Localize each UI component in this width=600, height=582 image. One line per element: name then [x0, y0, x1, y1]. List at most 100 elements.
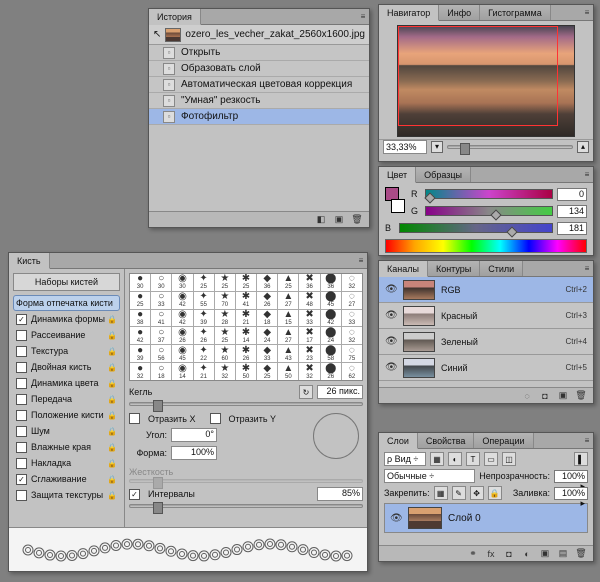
lock-all-icon[interactable]: 🔒 — [488, 486, 502, 500]
tab-color[interactable]: Цвет — [379, 167, 416, 183]
new-channel-icon[interactable]: ▣ — [557, 390, 569, 402]
brush-tip[interactable]: ✖33 — [299, 310, 319, 327]
brush-tip[interactable]: ◌32 — [342, 274, 362, 291]
brush-tip[interactable]: ▲50 — [278, 363, 298, 380]
brush-option[interactable]: Влажные края🔒 — [13, 439, 120, 455]
opacity-input[interactable]: 100% ▸ — [554, 470, 588, 483]
tab-styles[interactable]: Стили — [480, 261, 523, 276]
panel-menu-icon[interactable]: ≡ — [581, 5, 593, 20]
filter-smart-icon[interactable]: ◫ — [502, 452, 516, 466]
brush-option[interactable]: Рассеивание🔒 — [13, 327, 120, 343]
brush-tip[interactable]: ⬤45 — [321, 292, 341, 309]
filter-toggle-icon[interactable]: ▌ — [574, 452, 588, 466]
size-slider[interactable] — [129, 402, 363, 406]
option-checkbox[interactable] — [16, 410, 27, 421]
new-snapshot-icon[interactable]: ▣ — [333, 214, 345, 226]
history-document-row[interactable]: ↖ ozero_les_vecher_zakat_2560x1600.jpg — [149, 25, 369, 45]
brush-tip[interactable]: ○30 — [151, 274, 171, 291]
brush-option[interactable]: Накладка🔒 — [13, 455, 120, 471]
visibility-icon[interactable]: 👁 — [385, 310, 397, 321]
brush-tip[interactable]: ▲27 — [278, 327, 298, 344]
zoom-slider[interactable] — [447, 145, 573, 149]
lock-icon[interactable]: 🔒 — [107, 475, 117, 484]
tab-channels[interactable]: Каналы — [379, 261, 428, 277]
option-checkbox[interactable] — [16, 346, 27, 357]
mask-icon[interactable]: ◘ — [503, 548, 515, 560]
brush-option[interactable]: ✓Сглаживание🔒 — [13, 471, 120, 487]
color-slider[interactable] — [399, 223, 553, 233]
flip-reset-icon[interactable]: ↻ — [299, 385, 313, 399]
brush-tip[interactable]: ✱21 — [236, 310, 256, 327]
tab-properties[interactable]: Свойства — [418, 433, 475, 448]
new-layer-icon[interactable]: ▤ — [557, 548, 569, 560]
lock-image-icon[interactable]: ▦ — [434, 486, 448, 500]
brush-tip[interactable]: ◉45 — [172, 345, 192, 362]
lock-icon[interactable]: 🔒 — [107, 315, 117, 324]
brush-tip[interactable]: ✖36 — [299, 274, 319, 291]
tab-brush[interactable]: Кисть — [9, 253, 50, 269]
lock-move-icon[interactable]: ✥ — [470, 486, 484, 500]
history-step[interactable]: ▫Образовать слой — [149, 61, 369, 77]
angle-control[interactable] — [313, 413, 359, 459]
background-color[interactable] — [391, 199, 405, 213]
brush-tip[interactable]: ◌62 — [342, 363, 362, 380]
brush-tip[interactable]: ◆36 — [257, 274, 277, 291]
history-step[interactable]: ▫"Умная" резкость — [149, 93, 369, 109]
brush-tip[interactable]: ▲25 — [278, 274, 298, 291]
brush-tip[interactable]: ✦21 — [194, 363, 214, 380]
brush-tip[interactable]: ✱50 — [236, 363, 256, 380]
brush-tip[interactable]: ◉30 — [172, 274, 192, 291]
layer-name[interactable]: Слой 0 — [448, 513, 481, 524]
lock-icon[interactable]: 🔒 — [107, 411, 117, 420]
spacing-slider[interactable] — [129, 504, 363, 508]
brush-tip[interactable]: ●25 — [130, 292, 150, 309]
panel-menu-icon[interactable]: ≡ — [581, 261, 593, 276]
brush-tip[interactable]: ⬤42 — [321, 310, 341, 327]
brush-tip[interactable]: ○41 — [151, 310, 171, 327]
filter-shape-icon[interactable]: ▭ — [484, 452, 498, 466]
tab-paths[interactable]: Контуры — [428, 261, 480, 276]
brush-option[interactable]: Форма отпечатка кисти — [13, 295, 120, 311]
option-checkbox[interactable] — [16, 442, 27, 453]
navigator-preview[interactable] — [397, 25, 575, 137]
panel-menu-icon[interactable]: ≡ — [581, 433, 593, 448]
tab-histogram[interactable]: Гистограмма — [480, 5, 551, 20]
brush-tip[interactable]: ✖32 — [299, 363, 319, 380]
brush-tip[interactable]: ●42 — [130, 327, 150, 344]
brush-tip[interactable]: ◆18 — [257, 310, 277, 327]
brush-tip[interactable]: ▲15 — [278, 310, 298, 327]
lock-icon[interactable]: 🔒 — [107, 443, 117, 452]
layer-kind-select[interactable]: ρ Вид ÷ — [384, 452, 426, 466]
brush-tip[interactable]: ★28 — [215, 310, 235, 327]
lock-icon[interactable]: 🔒 — [107, 347, 117, 356]
filter-pixel-icon[interactable]: ▦ — [430, 452, 444, 466]
brush-tip[interactable]: ◉26 — [172, 327, 192, 344]
color-swatch[interactable] — [385, 187, 405, 213]
brush-tip[interactable]: ▲43 — [278, 345, 298, 362]
brush-tip[interactable]: ✖23 — [299, 345, 319, 362]
trash-icon[interactable]: 🗑 — [575, 548, 587, 560]
visibility-icon[interactable]: 👁 — [385, 336, 397, 347]
brush-tip[interactable]: ◆26 — [257, 292, 277, 309]
lock-icon[interactable]: 🔒 — [107, 459, 117, 468]
color-value-input[interactable]: 181 — [557, 222, 587, 235]
adjustment-icon[interactable]: ◐ — [521, 548, 533, 560]
flip-y-checkbox[interactable] — [210, 413, 221, 424]
visibility-icon[interactable]: 👁 — [390, 513, 402, 524]
brush-tip[interactable]: ◉42 — [172, 292, 192, 309]
brush-tip[interactable]: ✦39 — [194, 310, 214, 327]
brush-tip[interactable]: ✱26 — [236, 345, 256, 362]
trash-icon[interactable]: 🗑 — [575, 390, 587, 402]
load-selection-icon[interactable]: ◌ — [521, 390, 533, 402]
link-icon[interactable]: ⚭ — [467, 548, 479, 560]
trash-icon[interactable]: 🗑 — [351, 214, 363, 226]
flip-x-checkbox[interactable] — [129, 413, 140, 424]
zoom-in-button[interactable]: ▴ — [577, 141, 589, 153]
fx-icon[interactable]: fx — [485, 548, 497, 560]
tab-operations[interactable]: Операции — [474, 433, 533, 448]
channel-row[interactable]: 👁СинийCtrl+5 — [379, 355, 593, 381]
brush-tip[interactable]: ✱14 — [236, 327, 256, 344]
zoom-out-button[interactable]: ▾ — [431, 141, 443, 153]
lock-icon[interactable]: 🔒 — [107, 379, 117, 388]
tab-navigator[interactable]: Навигатор — [379, 5, 439, 21]
